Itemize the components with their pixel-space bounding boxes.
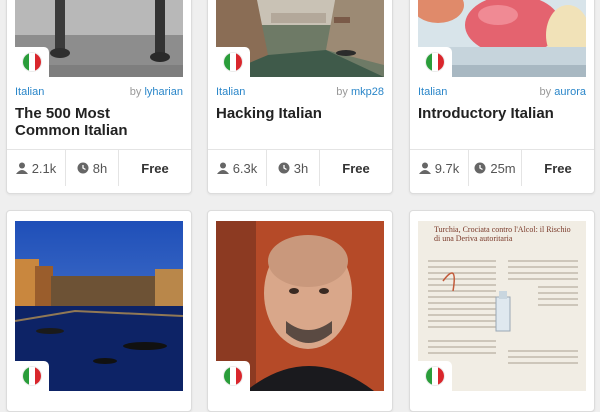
course-card[interactable]: Italian by mkp28 Hacking Italian 6.3k 3h… — [207, 0, 393, 194]
learners-icon — [15, 162, 28, 174]
italy-flag-icon — [216, 361, 250, 391]
course-title[interactable]: Hacking Italian — [216, 105, 386, 122]
learners-count: 9.7k — [434, 160, 460, 176]
course-stats: 2.1k 8h Free — [7, 149, 191, 186]
italy-flag-icon — [15, 47, 49, 77]
course-stats: 6.3k 3h Free — [208, 149, 392, 186]
learners-icon — [216, 162, 229, 174]
clock-icon — [77, 162, 89, 174]
clipping-headline: Turchia, Crociata contro l'Alcol: il Ris… — [434, 225, 571, 243]
course-title[interactable]: Introductory Italian — [418, 105, 588, 122]
course-card[interactable]: Italian by aurora Introductory Italian 9… — [409, 0, 595, 194]
course-card[interactable]: Italian by lyharian The 500 Most Common … — [6, 0, 192, 194]
course-language[interactable]: Italian — [216, 86, 245, 98]
duration: 8h — [92, 160, 108, 176]
clock-icon — [278, 162, 290, 174]
course-card[interactable] — [6, 210, 192, 412]
author-link[interactable]: lyharian — [144, 86, 183, 98]
course-card[interactable]: Turchia, Crociata contro l'Alcol: il Ris… — [409, 210, 595, 412]
course-language[interactable]: Italian — [418, 86, 447, 98]
course-card[interactable] — [207, 210, 393, 412]
price-label: Free — [141, 160, 169, 176]
course-language[interactable]: Italian — [15, 86, 44, 98]
italy-flag-icon — [418, 361, 452, 391]
duration: 3h — [293, 160, 309, 176]
italy-flag-icon — [15, 361, 49, 391]
italy-flag-icon — [418, 47, 452, 77]
clock-icon — [474, 162, 486, 174]
learners-count: 6.3k — [232, 160, 258, 176]
course-title[interactable]: The 500 Most Common Italian — [15, 105, 185, 139]
price-label: Free — [342, 160, 370, 176]
duration: 25m — [490, 160, 516, 176]
course-stats: 9.7k 25m Free — [410, 149, 594, 186]
learners-icon — [418, 162, 431, 174]
author-link[interactable]: aurora — [554, 86, 586, 98]
learners-count: 2.1k — [31, 160, 57, 176]
italy-flag-icon — [216, 47, 250, 77]
price-label: Free — [544, 160, 572, 176]
author-link[interactable]: mkp28 — [351, 86, 384, 98]
